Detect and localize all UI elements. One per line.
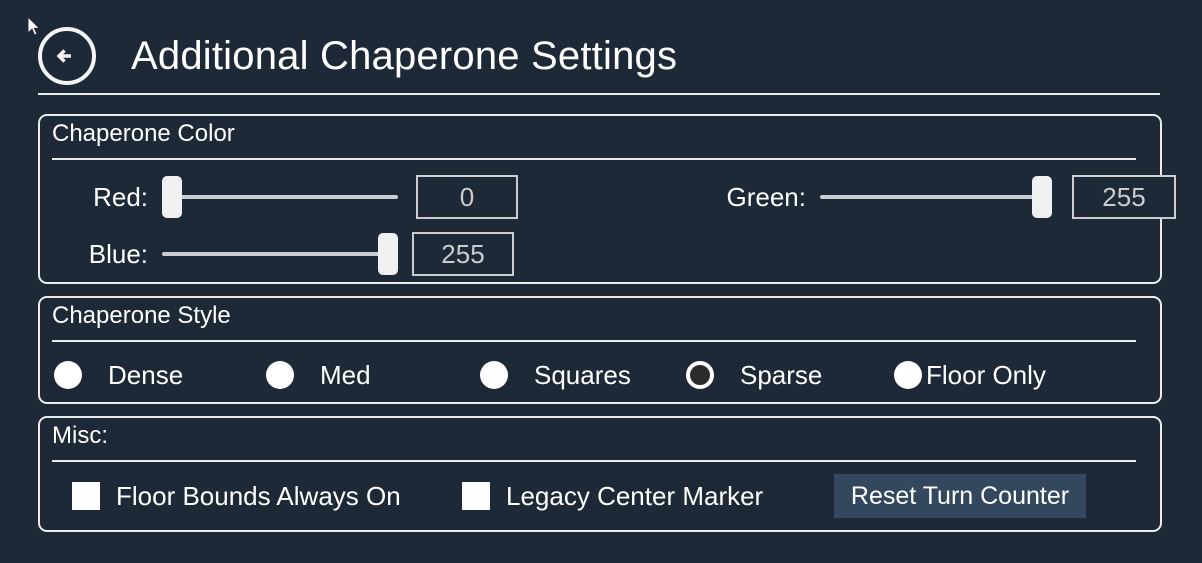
legacy-center-marker-label: Legacy Center Marker	[506, 480, 764, 511]
red-slider[interactable]	[162, 174, 398, 220]
radio-dot[interactable]	[686, 361, 714, 389]
radio-label: Squares	[534, 359, 631, 390]
blue-slider-track[interactable]	[162, 252, 398, 256]
misc-controls-row: Floor Bounds Always On Legacy Center Mar…	[54, 472, 1144, 520]
page-header: Additional Chaperone Settings	[36, 20, 1160, 92]
red-slider-track[interactable]	[162, 195, 398, 199]
chaperone-style-radio-group: Dense Med Squares Sparse Floor Only	[54, 352, 1144, 398]
group-title-chaperone-color: Chaperone Color	[52, 120, 235, 147]
page-title: Additional Chaperone Settings	[131, 33, 678, 78]
green-slider-row: Green: 255	[688, 174, 1176, 220]
group-divider	[52, 460, 1136, 462]
chaperone-style-option-floor-only[interactable]: Floor Only	[894, 352, 1046, 398]
radio-label: Dense	[108, 359, 184, 390]
blue-slider-label: Blue:	[88, 238, 148, 269]
radio-label: Med	[320, 359, 371, 390]
chaperone-color-group: Chaperone Color Red: 0 Blue: 255 Green: …	[38, 114, 1176, 284]
radio-dot[interactable]	[54, 361, 82, 389]
floor-bounds-always-on-label: Floor Bounds Always On	[116, 480, 401, 511]
chaperone-style-option-squares[interactable]: Squares	[480, 352, 631, 398]
radio-label: Sparse	[740, 359, 823, 390]
chaperone-style-option-sparse[interactable]: Sparse	[686, 352, 822, 398]
green-value-box[interactable]: 255	[1072, 175, 1176, 219]
floor-bounds-always-on-checkbox-item[interactable]: Floor Bounds Always On	[72, 472, 401, 520]
reset-turn-counter-button[interactable]: Reset Turn Counter	[834, 474, 1086, 518]
group-title-misc: Misc:	[52, 422, 108, 449]
red-slider-row: Red: 0	[62, 174, 518, 220]
floor-bounds-always-on-checkbox[interactable]	[72, 482, 100, 510]
misc-group: Misc: Floor Bounds Always On Legacy Cent…	[38, 416, 1162, 532]
chaperone-style-option-dense[interactable]: Dense	[54, 352, 183, 398]
blue-value-box[interactable]: 255	[412, 232, 514, 276]
green-slider-track[interactable]	[820, 195, 1052, 199]
radio-label: Floor Only	[926, 359, 1046, 390]
group-divider	[52, 158, 1136, 160]
radio-dot[interactable]	[480, 361, 508, 389]
header-divider	[38, 93, 1160, 95]
radio-dot[interactable]	[266, 361, 294, 389]
blue-slider-handle[interactable]	[378, 233, 398, 275]
blue-slider[interactable]	[162, 231, 398, 277]
red-slider-label: Red:	[93, 181, 148, 212]
legacy-center-marker-checkbox-item[interactable]: Legacy Center Marker	[462, 472, 763, 520]
back-arrow-circle-icon[interactable]	[38, 27, 96, 85]
red-slider-handle[interactable]	[162, 176, 182, 218]
group-divider	[52, 340, 1136, 342]
green-slider-handle[interactable]	[1032, 176, 1052, 218]
radio-dot[interactable]	[894, 361, 922, 389]
chaperone-style-group: Chaperone Style Dense Med Squares Sparse Flo…	[38, 296, 1162, 404]
green-slider-label: Green:	[726, 181, 807, 212]
group-title-chaperone-style: Chaperone Style	[52, 302, 231, 329]
blue-slider-row: Blue: 255	[62, 231, 514, 277]
red-value-box[interactable]: 0	[416, 175, 518, 219]
legacy-center-marker-checkbox[interactable]	[462, 482, 490, 510]
green-slider[interactable]	[820, 174, 1052, 220]
chaperone-style-option-med[interactable]: Med	[266, 352, 371, 398]
